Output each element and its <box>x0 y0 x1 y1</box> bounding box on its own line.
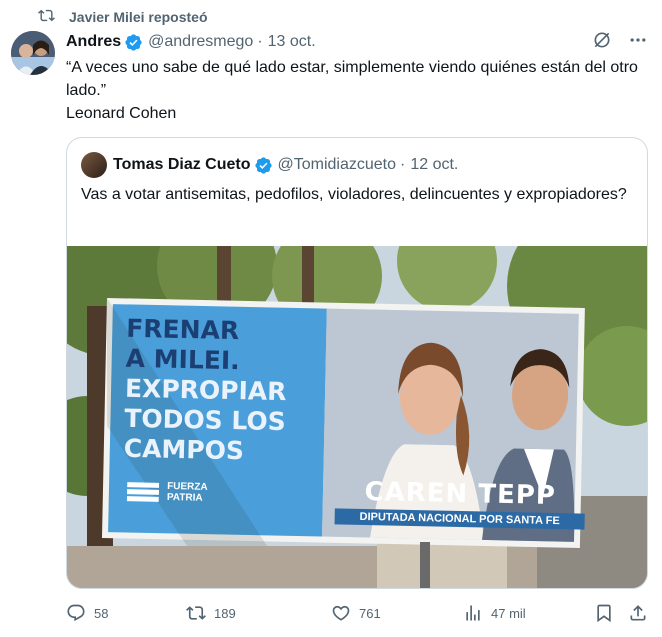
party-logo-icon <box>126 482 160 502</box>
billboard-slogan-line: FRENAR <box>125 313 240 346</box>
billboard-photo[interactable]: FRENAR A MILEI. EXPROPIAR TODOS LOS CAMP… <box>67 246 647 588</box>
like-count: 761 <box>359 605 381 621</box>
like-icon <box>332 605 350 621</box>
views-count: 47 mil <box>491 605 526 621</box>
billboard-slogan-line: CAMPOS <box>123 433 245 466</box>
reply-button[interactable]: 58 <box>66 603 108 623</box>
like-button[interactable]: 761 <box>331 603 381 623</box>
views-icon <box>466 605 480 621</box>
grok-icon[interactable] <box>592 30 612 55</box>
reply-count: 58 <box>94 605 109 621</box>
party-logo: FUERZA PATRIA <box>126 480 208 504</box>
party-name-line: FUERZA <box>167 480 208 493</box>
author-avatar[interactable] <box>11 31 55 75</box>
tweet-text-attribution: Leonard Cohen <box>66 105 177 122</box>
tweet-header: Andres @andresmego · 13 oct. <box>66 31 648 53</box>
separator-dot: · <box>400 156 406 173</box>
verified-badge-icon <box>125 33 142 51</box>
tweet-text-quote: “A veces uno sabe de qué lado estar, sim… <box>66 59 638 99</box>
quoted-author-avatar <box>81 152 107 178</box>
repost-indicator-label: Javier Milei reposteó <box>69 9 208 25</box>
repost-indicator-icon <box>38 7 55 27</box>
quoted-tweet[interactable]: Tomas Diaz Cueto @Tomidiazcueto · 12 oct… <box>66 137 648 589</box>
verified-badge-icon <box>254 156 272 174</box>
candidate-name: CAREN TEPP <box>364 477 557 512</box>
separator-dot: · <box>257 33 263 50</box>
candidate-block: CAREN TEPP DIPUTADA NACIONAL POR SANTA F… <box>334 476 586 530</box>
quoted-tweet-header: Tomas Diaz Cueto @Tomidiazcueto · 12 oct… <box>81 152 633 178</box>
repost-count: 189 <box>214 605 236 621</box>
more-icon[interactable] <box>628 30 648 55</box>
share-icon <box>630 605 646 621</box>
repost-indicator[interactable]: Javier Milei reposteó <box>38 7 208 27</box>
billboard-slogan-line: TODOS LOS <box>124 403 287 437</box>
repost-button[interactable]: 189 <box>186 603 236 623</box>
billboard-slogan-line: A MILEI. <box>125 343 240 376</box>
quoted-tweet-text: Vas a votar antisemitas, pedofilos, viol… <box>81 186 627 203</box>
author-name[interactable]: Andres <box>66 33 121 51</box>
quoted-author-name: Tomas Diaz Cueto <box>113 156 251 173</box>
quoted-tweet-date: 12 oct. <box>410 156 459 173</box>
reply-icon <box>67 604 85 622</box>
billboard-slogan: FRENAR A MILEI. EXPROPIAR TODOS LOS CAMP… <box>123 314 336 468</box>
repost-icon <box>186 606 206 620</box>
views-button[interactable]: 47 mil <box>463 603 526 623</box>
party-name-line: PATRIA <box>166 491 203 504</box>
bookmark-button[interactable] <box>594 603 614 623</box>
author-handle[interactable]: @andresmego <box>148 33 253 51</box>
share-button[interactable] <box>628 603 648 623</box>
bookmark-icon <box>597 604 611 623</box>
quoted-author-handle: @Tomidiazcueto <box>277 156 397 173</box>
tweet-date[interactable]: 13 oct. <box>268 33 316 51</box>
billboard-slogan-line: EXPROPIAR <box>124 373 287 407</box>
tweet-text: “A veces uno sabe de qué lado estar, sim… <box>66 56 650 125</box>
tweet-actions: 58 189 761 47 mil <box>66 601 650 625</box>
